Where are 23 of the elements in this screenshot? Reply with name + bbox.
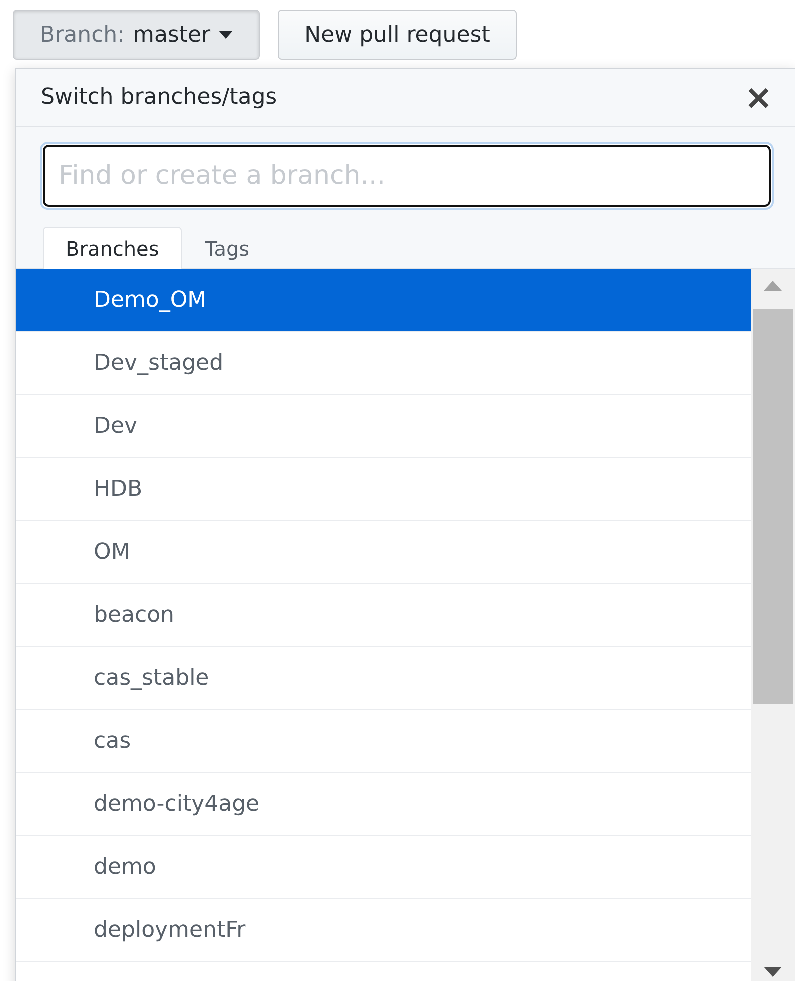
branch-item[interactable]: cas xyxy=(16,710,751,773)
branch-item[interactable]: cas_stable xyxy=(16,647,751,710)
branch-search-field[interactable]: Find or create a branch... xyxy=(43,145,771,207)
scrollbar[interactable] xyxy=(751,269,795,981)
branch-item[interactable]: beacon xyxy=(16,584,751,647)
branch-item[interactable]: demo xyxy=(16,836,751,899)
scroll-up-icon[interactable] xyxy=(764,281,782,291)
tab[interactable]: Tags xyxy=(182,227,273,269)
close-button[interactable]: × xyxy=(744,80,773,114)
branch-item[interactable]: Demo_OM xyxy=(16,269,751,332)
branch-item[interactable]: demo-city4age xyxy=(16,773,751,836)
branch-select-button[interactable]: Branch: master xyxy=(13,10,260,60)
branch-item[interactable]: HDB xyxy=(16,458,751,521)
caret-icon xyxy=(218,31,233,39)
scrollbar-thumb[interactable] xyxy=(753,309,793,704)
dropdown-title: Switch branches/tags xyxy=(41,85,278,110)
branch-item[interactable]: Dev_staged xyxy=(16,332,751,395)
new-pull-request-button[interactable]: New pull request xyxy=(278,10,518,60)
tab[interactable]: Branches xyxy=(43,227,182,269)
branch-item[interactable]: OM xyxy=(16,521,751,584)
branch-item[interactable]: deploymentFr xyxy=(16,899,751,962)
scroll-down-icon[interactable] xyxy=(764,967,782,977)
branch-item[interactable]: Dev xyxy=(16,395,751,458)
